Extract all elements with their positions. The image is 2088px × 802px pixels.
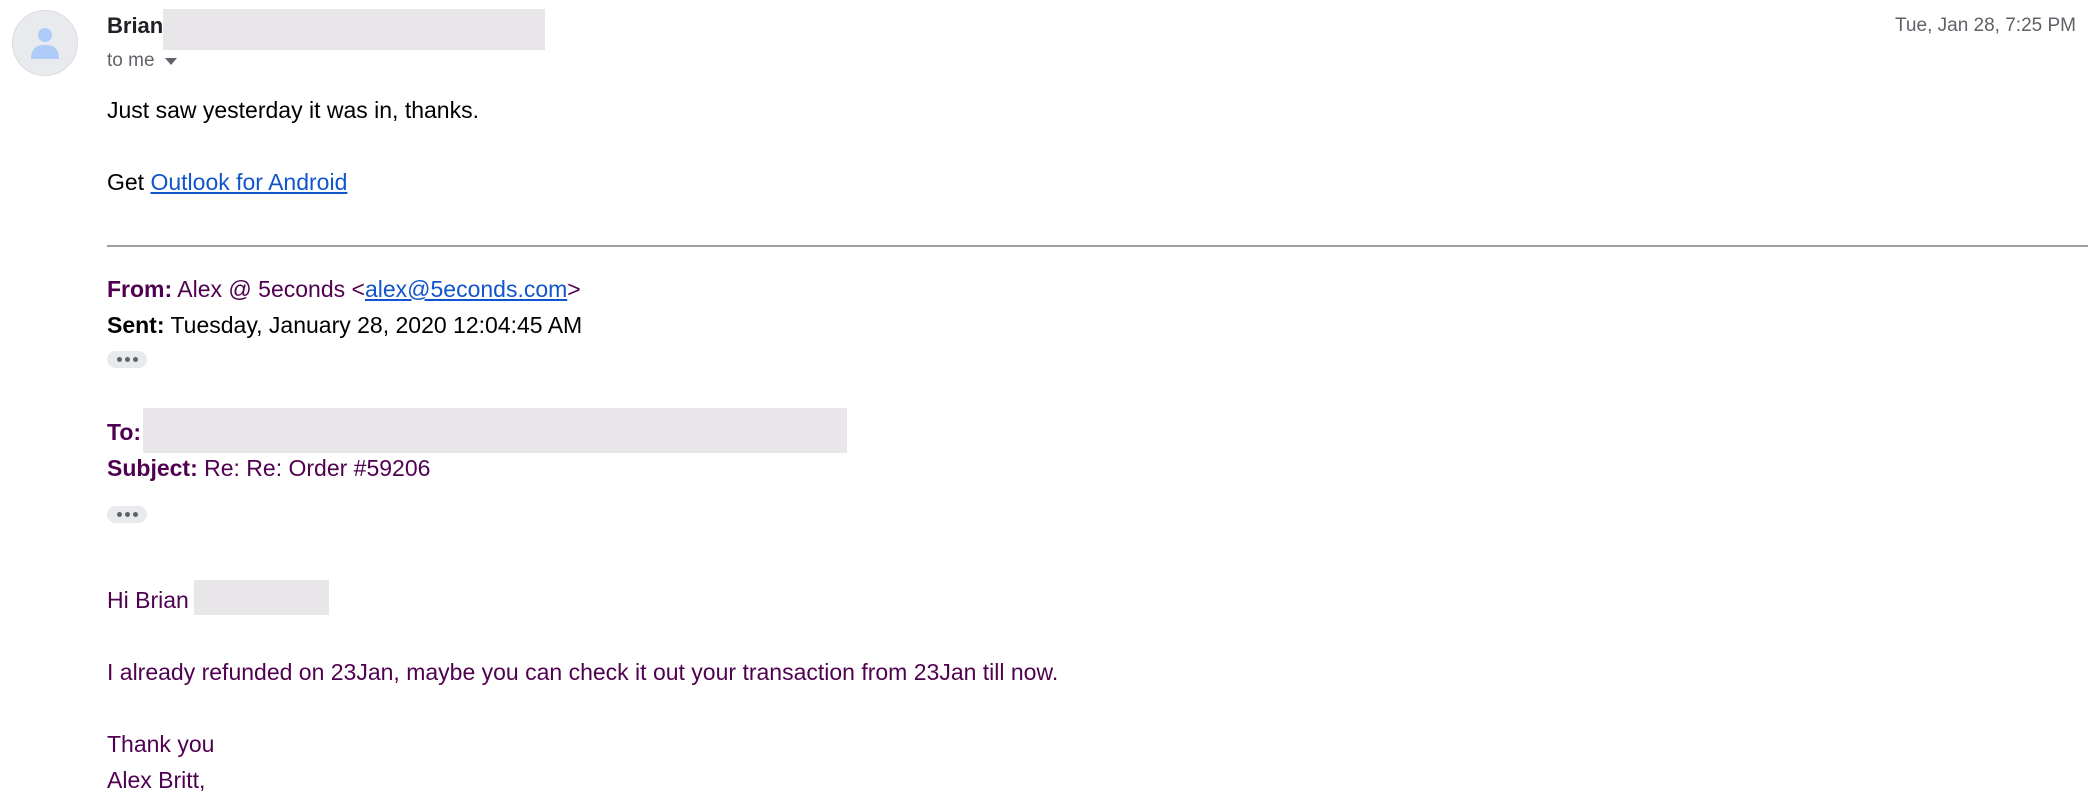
quoted-closing: Thank you [107,731,215,757]
to-label: To: [107,419,142,445]
ellipsis-icon[interactable] [107,351,147,368]
signature-prefix: Get [107,169,145,195]
email-message: Brian to me Tue, Jan 28, 7:25 PM Just sa… [0,0,2088,802]
signature-line: Get Outlook for Android [107,169,347,196]
ellipsis-icon[interactable] [107,506,147,523]
sender-avatar[interactable] [12,10,78,76]
greeting-text: Hi Brian [107,587,189,613]
subject-label: Subject: [107,455,198,481]
quote-divider [107,245,2088,247]
from-close: > [567,276,581,302]
quoted-signer: Alex Britt, [107,767,206,793]
person-icon [31,28,59,59]
from-name: Alex @ 5econds < [177,276,365,302]
redacted-sender-surname [163,9,545,50]
quoted-sent-line: Sent: Tuesday, January 28, 2020 12:04:45… [107,312,582,339]
quoted-from-line: From: Alex @ 5econds <alex@5econds.com> [107,276,581,303]
from-label: From: [107,276,173,302]
outlook-android-link[interactable]: Outlook for Android [150,169,347,195]
caret-down-icon[interactable] [164,57,177,65]
recipient-summary[interactable]: to me [107,50,177,72]
from-email-link[interactable]: alex@5econds.com [365,276,567,302]
recipient-label: to me [107,50,155,71]
quoted-to-line: To: [107,419,141,446]
sent-value: Tuesday, January 28, 2020 12:04:45 AM [170,312,583,338]
subject-value: Re: Re: Order #59206 [204,455,431,481]
sent-label: Sent: [107,312,165,338]
quoted-greeting: Hi Brian [107,587,189,614]
redacted-greeting-surname [194,580,329,615]
quoted-body-line: I already refunded on 23Jan, maybe you c… [107,659,1059,685]
redacted-recipients [143,408,847,453]
reply-text: Just saw yesterday it was in, thanks. [107,97,479,123]
quoted-subject-line: Subject: Re: Re: Order #59206 [107,455,430,482]
message-date[interactable]: Tue, Jan 28, 7:25 PM [1895,15,2076,37]
sender-name[interactable]: Brian [107,13,163,39]
